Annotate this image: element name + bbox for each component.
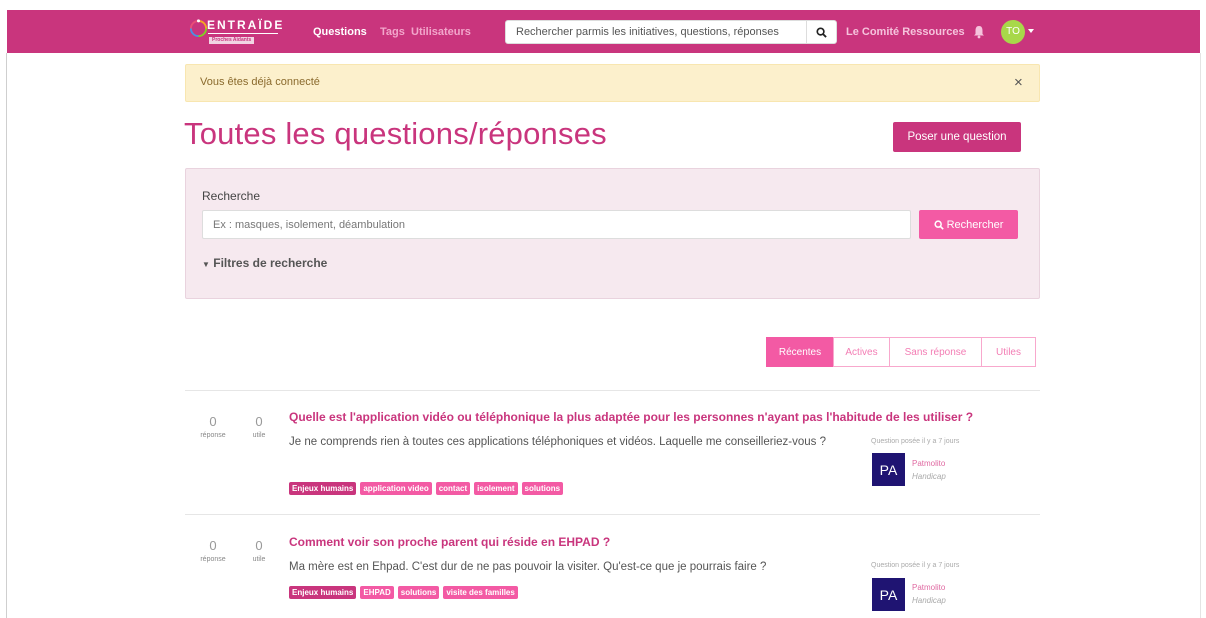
top-navbar: ENTRAÏDE Proches Aidants Questions Tags …: [7, 10, 1200, 53]
question-tags: Enjeux humains application video contact…: [289, 482, 564, 495]
nav-link-utilisateurs[interactable]: Utilisateurs: [411, 26, 471, 38]
useful-number: 0: [255, 538, 263, 553]
search-icon: [933, 219, 944, 230]
search-label: Recherche: [202, 189, 261, 203]
search-panel: Recherche Rechercher ▼ Filtres de recher…: [185, 168, 1040, 299]
answers-count: 0 réponse: [193, 538, 233, 563]
page-border-right: [1200, 53, 1201, 618]
nav-search-button[interactable]: [806, 21, 836, 43]
tag[interactable]: visite des familles: [443, 586, 518, 599]
answers-label: réponse: [200, 556, 226, 563]
question-excerpt: Ma mère est en Ehpad. C'est dur de ne pa…: [289, 561, 767, 573]
asked-time: Question posée il y a 7 jours: [871, 562, 960, 569]
nav-link-questions[interactable]: Questions: [313, 26, 367, 38]
useful-label: utile: [252, 432, 266, 439]
search-icon: [816, 26, 827, 38]
answers-number: 0: [209, 538, 217, 553]
search-input[interactable]: [202, 210, 911, 239]
page-title: Toutes les questions/réponses: [184, 116, 607, 151]
site-logo[interactable]: ENTRAÏDE Proches Aidants: [189, 17, 301, 45]
useful-label: utile: [252, 556, 266, 563]
question-item: 0 réponse 0 utile Quelle est l'applicati…: [185, 391, 1040, 501]
committee-link[interactable]: Le Comité Ressources: [846, 26, 965, 38]
filters-label: Filtres de recherche: [213, 256, 328, 270]
useful-number: 0: [255, 414, 263, 429]
tab-sans-reponse[interactable]: Sans réponse: [889, 337, 982, 367]
user-avatar[interactable]: TO: [1001, 20, 1025, 44]
useful-count: 0 utile: [239, 414, 279, 439]
tag[interactable]: Enjeux humains: [289, 482, 357, 495]
answers-count: 0 réponse: [193, 414, 233, 439]
author-avatar[interactable]: PA: [872, 578, 905, 611]
question-tags: Enjeux humains EHPAD solutions visite de…: [289, 586, 518, 599]
tag[interactable]: solutions: [521, 482, 564, 495]
tag[interactable]: EHPAD: [360, 586, 394, 599]
question-title[interactable]: Quelle est l'application vidéo ou téléph…: [289, 410, 973, 424]
page-border-left: [6, 53, 7, 618]
close-icon[interactable]: ×: [1014, 74, 1023, 91]
useful-count: 0 utile: [239, 538, 279, 563]
author-name[interactable]: Patmolito: [912, 583, 945, 592]
nav-search-box: [505, 20, 837, 44]
asked-time: Question posée il y a 7 jours: [871, 438, 960, 445]
sort-tabs: Récentes Actives Sans réponse Utiles: [766, 337, 1036, 367]
tag[interactable]: application video: [360, 482, 432, 495]
author-role: Handicap: [912, 472, 946, 481]
answers-label: réponse: [200, 432, 226, 439]
answers-number: 0: [209, 414, 217, 429]
tab-recentes[interactable]: Récentes: [766, 337, 834, 367]
logo-subtitle: Proches Aidants: [209, 37, 255, 44]
question-item: 0 réponse 0 utile Comment voir son proch…: [185, 515, 1040, 618]
search-filters-toggle[interactable]: ▼ Filtres de recherche: [202, 256, 327, 270]
author-name[interactable]: Patmolito: [912, 459, 945, 468]
tag[interactable]: solutions: [397, 586, 440, 599]
question-excerpt: Je ne comprends rien à toutes ces applic…: [289, 436, 826, 448]
tab-utiles[interactable]: Utiles: [981, 337, 1036, 367]
search-button-label: Rechercher: [946, 218, 1004, 231]
tag[interactable]: Enjeux humains: [289, 586, 357, 599]
alert-message: Vous êtes déjà connecté: [200, 76, 320, 88]
tag[interactable]: isolement: [474, 482, 518, 495]
author-role: Handicap: [912, 596, 946, 605]
tag[interactable]: contact: [435, 482, 471, 495]
ask-question-button[interactable]: Poser une question: [893, 122, 1021, 152]
logo-text: ENTRAÏDE: [207, 18, 285, 34]
logo-ring-icon: [189, 19, 208, 38]
author-avatar[interactable]: PA: [872, 453, 905, 486]
nav-link-tags[interactable]: Tags: [380, 26, 405, 38]
caret-down-icon: ▼: [202, 260, 210, 269]
nav-search-input[interactable]: [506, 21, 808, 43]
chevron-down-icon[interactable]: [1028, 29, 1034, 33]
search-button[interactable]: Rechercher: [919, 210, 1018, 239]
tab-actives[interactable]: Actives: [833, 337, 890, 367]
question-title[interactable]: Comment voir son proche parent qui résid…: [289, 535, 610, 549]
login-alert: Vous êtes déjà connecté ×: [185, 64, 1040, 102]
logo-wordmark: ENTRAÏDE: [207, 18, 285, 32]
bell-icon[interactable]: [973, 25, 985, 39]
